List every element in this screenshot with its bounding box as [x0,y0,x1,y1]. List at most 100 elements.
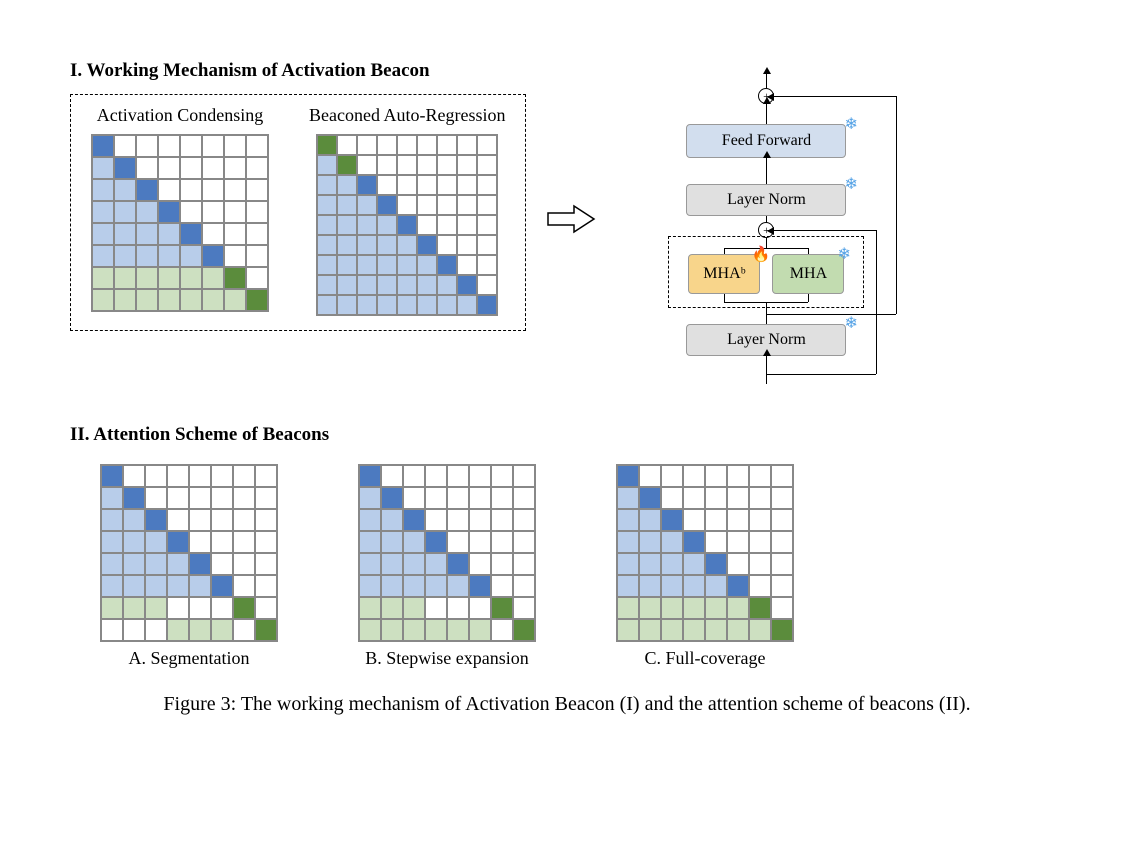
matrix-beaconed-ar [316,134,498,316]
matrix-cell [136,135,158,157]
matrix-cell [101,487,123,509]
matrix-cell [202,157,224,179]
matrix-cell [491,619,513,641]
matrix-cell [513,509,535,531]
ac-label: Activation Condensing [97,105,263,126]
matrix-cell [771,597,793,619]
matrix-cell [437,295,457,315]
matrix-cell [337,155,357,175]
matrix-cell [661,465,683,487]
matrix-cell [437,275,457,295]
matrix-cell [469,465,491,487]
matrix-cell [425,465,447,487]
matrix-cell [189,619,211,641]
matrix-cell [101,531,123,553]
matrix-cell [211,619,233,641]
matrix-cell [233,575,255,597]
matrix-cell [377,295,397,315]
matrix-cell [417,295,437,315]
matrix-cell [513,575,535,597]
matrix-cell [617,487,639,509]
matrix-cell [749,465,771,487]
matrix-cell [447,553,469,575]
matrix-cell [224,223,246,245]
matrix-cell [317,295,337,315]
matrix-cell [101,553,123,575]
matrix-cell [123,597,145,619]
matrix-cell [417,255,437,275]
matrix-cell [437,155,457,175]
matrix-cell [513,597,535,619]
matrix-cell [661,509,683,531]
matrix-cell [403,531,425,553]
matrix-cell [123,553,145,575]
matrix-cell [513,465,535,487]
matrix-cell [771,531,793,553]
matrix-cell [202,223,224,245]
matrix-cell [617,575,639,597]
matrix-cell [317,175,337,195]
snowflake-icon: ❄ [844,313,857,333]
matrix-cell [255,531,277,553]
matrix-cell [337,195,357,215]
matrix-cell [202,135,224,157]
matrix-cell [617,531,639,553]
matrix-cell [92,267,114,289]
matrix-cell [189,597,211,619]
section-2-title: II. Attention Scheme of Beacons [70,424,1064,446]
matrix-cell [705,597,727,619]
matrix-cell [771,553,793,575]
matrix-cell [167,597,189,619]
matrix-cell [705,575,727,597]
matrix-cell [92,289,114,311]
matrix-cell [357,195,377,215]
matrix-activation-condensing [91,134,269,312]
matrix-cell [381,597,403,619]
matrix-cell [180,289,202,311]
matrix-cell [683,465,705,487]
matrix-cell [639,531,661,553]
matrix-cell [727,509,749,531]
matrix-cell [123,575,145,597]
matrix-cell [397,235,417,255]
matrix-cell [639,575,661,597]
matrix-cell [255,575,277,597]
matrix-cell [381,465,403,487]
matrix-cell [123,619,145,641]
matrix-cell [359,597,381,619]
matrix-cell [136,179,158,201]
matrix-cell [417,155,437,175]
matrix-cell [457,135,477,155]
matrix-cell [317,195,337,215]
matrix-cell [167,487,189,509]
matrix-cell [617,597,639,619]
matrix-cell [403,619,425,641]
scheme-a-label: A. Segmentation [129,648,250,669]
matrix-cell [381,619,403,641]
matrix-cell [145,465,167,487]
matrix-cell [477,255,497,275]
matrix-cell [639,465,661,487]
matrix-cell [246,267,268,289]
flow-arrow-icon [546,204,596,234]
matrix-cell [189,531,211,553]
matrix-cell [417,135,437,155]
matrix-cell [457,155,477,175]
matrix-cell [357,255,377,275]
matrix-cell [211,553,233,575]
matrix-cell [123,509,145,531]
matrix-cell [639,487,661,509]
matrix-cell [357,295,377,315]
matrix-cell [317,255,337,275]
matrix-cell [114,223,136,245]
matrix-cell [705,465,727,487]
matrix-cell [357,175,377,195]
matrix-cell [469,597,491,619]
matrix-cell [447,597,469,619]
matrix-cell [705,531,727,553]
matrix-cell [447,619,469,641]
matrix-cell [727,487,749,509]
matrix-cell [437,235,457,255]
matrix-cell [357,235,377,255]
matrix-cell [158,245,180,267]
